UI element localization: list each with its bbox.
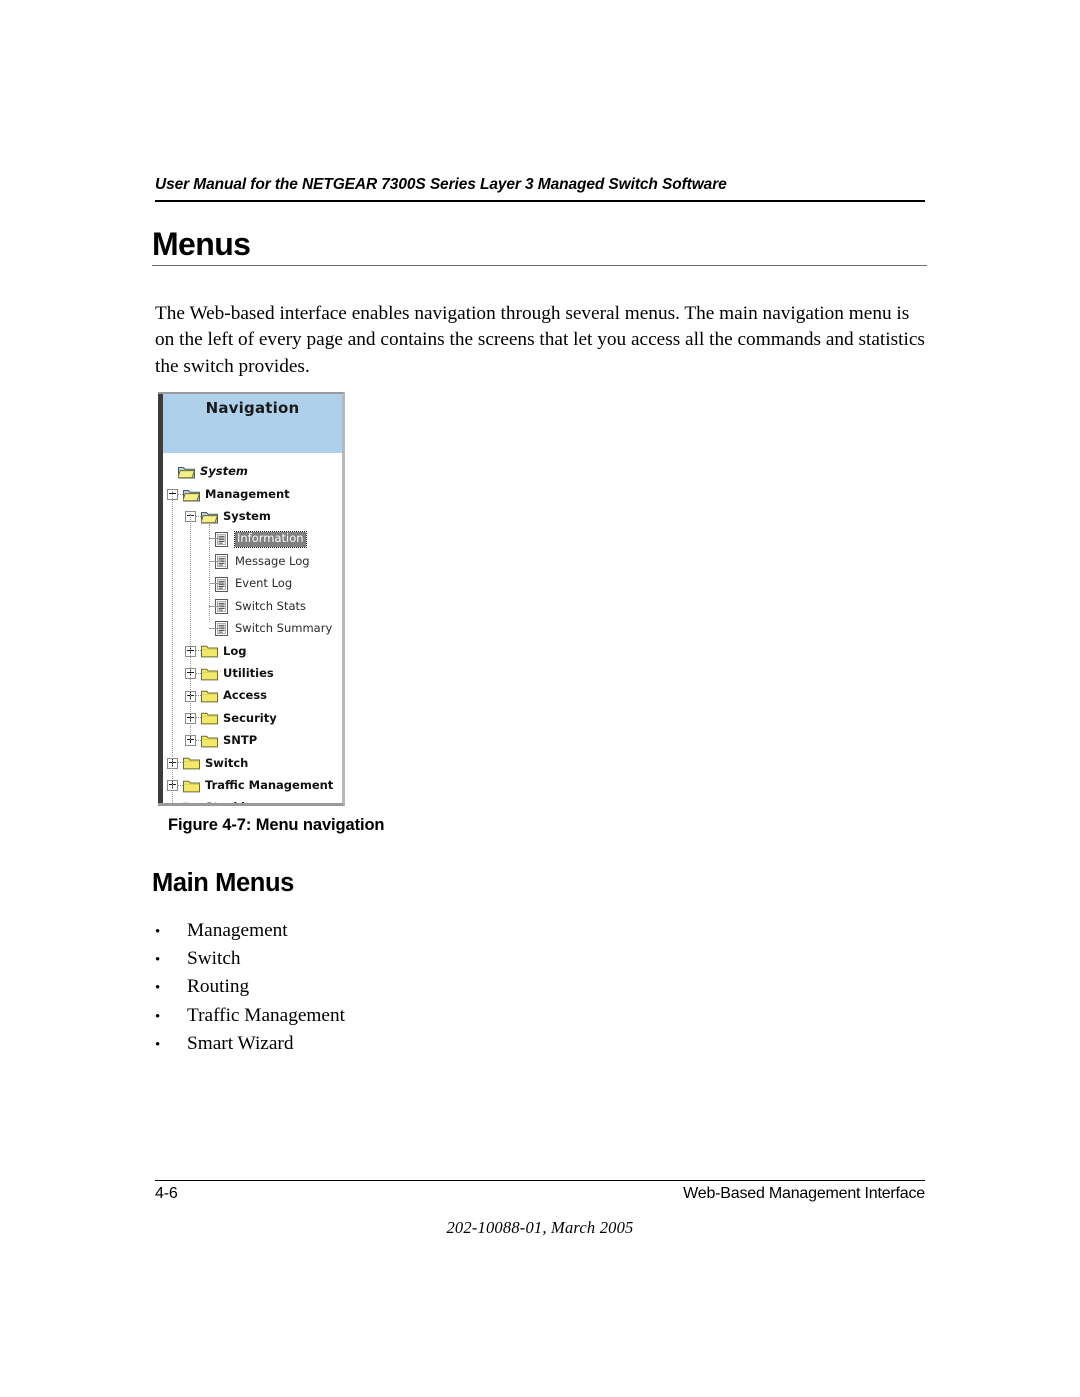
expand-icon[interactable]	[167, 757, 178, 769]
navigation-panel-figure: Navigation System Management System Informa…	[158, 392, 345, 806]
tree-item-label: Stacking	[205, 802, 261, 803]
expand-icon[interactable]	[185, 668, 196, 680]
folder-closed-icon	[201, 711, 218, 725]
tree-item-label: Switch Summary	[235, 621, 333, 636]
tree-item-label: SNTP	[223, 733, 258, 748]
expand-icon[interactable]	[185, 690, 196, 702]
tree-branch	[208, 524, 221, 540]
list-item-label: Routing	[187, 976, 250, 998]
tree-item-label: Access	[223, 688, 268, 703]
list-item: • Traffic Management	[155, 1005, 755, 1033]
header-divider	[155, 200, 925, 202]
folder-closed-icon	[201, 689, 218, 703]
tree-item-label: System	[223, 509, 271, 524]
page-title-block: Menus	[152, 226, 927, 266]
folder-open-icon	[176, 465, 196, 479]
navigation-title-bar: Navigation	[163, 394, 342, 453]
tree-item-management[interactable]: Management	[163, 483, 342, 505]
list-item-label: Switch	[187, 948, 241, 970]
tree-branch	[208, 591, 221, 607]
footer-page-number: 4-6	[155, 1185, 178, 1202]
list-item-label: Management	[187, 920, 288, 941]
footer-section-title: Web-Based Management Interface	[683, 1185, 925, 1202]
list-item: • Smart Wizard	[155, 1033, 755, 1061]
tree-branch	[208, 547, 221, 562]
expand-icon[interactable]	[167, 802, 178, 803]
folder-closed-icon	[201, 644, 218, 658]
section-heading: Main Menus	[152, 869, 294, 897]
tree-item-label: Management	[205, 486, 290, 501]
tree-item-switch[interactable]: Switch	[163, 752, 342, 774]
list-item: • Switch	[155, 948, 755, 976]
tree-item-label: Security	[223, 710, 277, 725]
running-header-title: User Manual for the NETGEAR 7300S Series…	[155, 176, 727, 193]
tree-item-stacking[interactable]: Stacking	[163, 797, 342, 803]
list-item-label: Traffic Management	[187, 1004, 345, 1026]
bullet-icon: •	[155, 1036, 161, 1053]
folder-closed-icon	[201, 667, 218, 681]
intro-paragraph: The Web-based interface enables navigati…	[155, 303, 925, 377]
tree-item-label: Utilities	[223, 665, 274, 680]
collapse-icon[interactable]	[185, 511, 196, 523]
tree-item-label: Log	[223, 643, 247, 658]
tree-branch	[208, 614, 221, 629]
tree-branch	[208, 569, 221, 585]
folder-open-icon	[199, 510, 219, 524]
bullet-icon: •	[155, 1008, 161, 1025]
page-title: Menus	[152, 226, 251, 262]
tree-item-label: Event Log	[235, 576, 293, 591]
tree-guide-level1	[189, 513, 191, 740]
expand-icon[interactable]	[185, 645, 196, 657]
folder-closed-icon	[183, 779, 200, 793]
footer: 4-6 Web-Based Management Interface	[155, 1185, 925, 1203]
main-menus-list: • Management • Switch • Routing • Traffic Manag…	[155, 920, 755, 1061]
navigation-panel: Navigation System Management System Informa…	[163, 394, 342, 803]
tree-item-system[interactable]: System	[163, 461, 342, 483]
footer-document-id: 202-10088-01, March 2005	[446, 1218, 634, 1237]
bullet-icon: •	[155, 980, 161, 997]
tree-item-label: Switch Stats	[235, 598, 307, 613]
tree-guide-level0	[171, 491, 173, 803]
folder-closed-icon	[183, 756, 200, 770]
list-item-label: Smart Wizard	[187, 1032, 294, 1054]
expand-icon[interactable]	[167, 780, 178, 792]
collapse-icon[interactable]	[167, 489, 178, 501]
navigation-tree: System Management System Information Message…	[163, 453, 342, 803]
expand-icon[interactable]	[185, 712, 196, 724]
folder-open-icon	[181, 488, 201, 502]
folder-closed-icon	[183, 801, 200, 803]
footer-divider	[155, 1180, 925, 1181]
tree-item-label: Traffic Management	[205, 777, 334, 792]
expand-icon[interactable]	[185, 735, 196, 747]
tree-item-label: Information	[234, 531, 307, 548]
running-header: User Manual for the NETGEAR 7300S Series…	[155, 176, 925, 202]
list-item: • Routing	[155, 976, 755, 1004]
tree-item-label: Switch	[205, 755, 249, 770]
tree-item-label: System	[200, 464, 248, 479]
list-item: • Management	[155, 920, 755, 948]
folder-closed-icon	[201, 734, 218, 748]
bullet-icon: •	[155, 952, 161, 969]
tree-item-traffic-management[interactable]: Traffic Management	[163, 774, 342, 796]
navigation-title: Navigation	[205, 399, 300, 417]
figure-caption: Figure 4-7: Menu navigation	[168, 816, 385, 834]
tree-item-label: Message Log	[235, 554, 310, 568]
bullet-icon: •	[155, 924, 161, 940]
document-page: User Manual for the NETGEAR 7300S Series…	[0, 0, 1080, 1397]
page-title-divider	[152, 265, 927, 266]
